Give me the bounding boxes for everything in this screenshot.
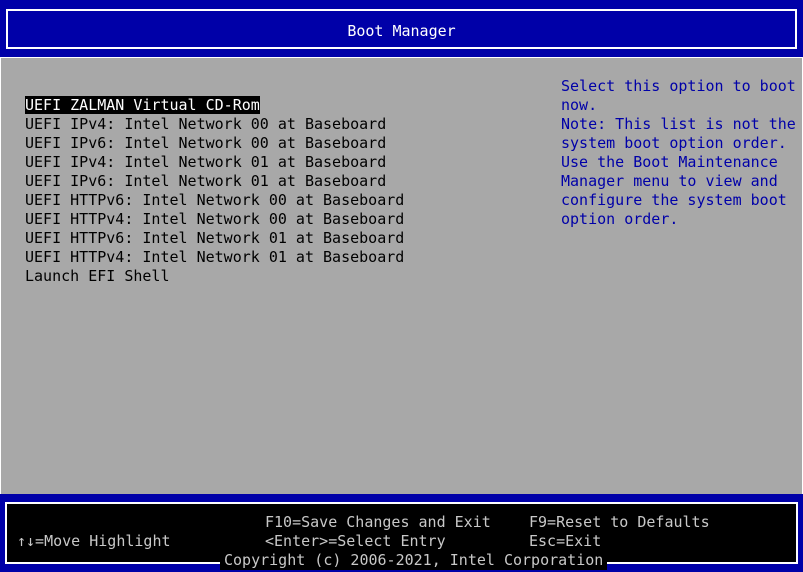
help-line: configure the system boot — [561, 191, 787, 209]
help-text: Select this option to boot now. Note: Th… — [561, 77, 796, 229]
copyright: Copyright (c) 2006-2021, Intel Corporati… — [220, 551, 608, 570]
help-line: Use the Boot Maintenance — [561, 153, 778, 171]
page-title: Boot Manager — [347, 22, 456, 40]
footer: F10=Save Changes and Exit F9=Reset to De… — [0, 494, 803, 572]
boot-option-ipv6-net01[interactable]: UEFI IPv6: Intel Network 01 at Baseboard — [25, 172, 404, 191]
esc-exit-hint: Esc=Exit — [529, 532, 602, 550]
save-exit-hint: F10=Save Changes and Exit — [265, 513, 491, 531]
help-line: now. — [561, 96, 598, 114]
boot-option-list: UEFI ZALMAN Virtual CD-Rom UEFI IPv4: In… — [25, 96, 404, 286]
header: Boot Manager — [3, 3, 800, 55]
boot-option-ipv4-net00[interactable]: UEFI IPv4: Intel Network 00 at Baseboard — [25, 115, 404, 134]
reset-defaults-hint: F9=Reset to Defaults — [529, 513, 710, 531]
select-entry-hint: <Enter>=Select Entry — [265, 532, 446, 550]
boot-option-httpv4-net00[interactable]: UEFI HTTPv4: Intel Network 00 at Baseboa… — [25, 210, 404, 229]
boot-option-efi-shell[interactable]: Launch EFI Shell — [25, 267, 404, 286]
boot-option-httpv4-net01[interactable]: UEFI HTTPv4: Intel Network 01 at Baseboa… — [25, 248, 404, 267]
help-line: option order. — [561, 210, 679, 228]
help-line: Select this option to boot — [561, 77, 796, 95]
boot-option-ipv6-net00[interactable]: UEFI IPv6: Intel Network 00 at Baseboard — [25, 134, 404, 153]
help-line: Note: This list is not the — [561, 115, 796, 133]
boot-option-httpv6-net01[interactable]: UEFI HTTPv6: Intel Network 01 at Baseboa… — [25, 229, 404, 248]
boot-option-ipv4-net01[interactable]: UEFI IPv4: Intel Network 01 at Baseboard — [25, 153, 404, 172]
boot-option-zalman-cdrom[interactable]: UEFI ZALMAN Virtual CD-Rom — [25, 96, 404, 115]
move-highlight-hint: ↑↓=Move Highlight — [17, 532, 171, 550]
main-panel: UEFI ZALMAN Virtual CD-Rom UEFI IPv4: In… — [0, 57, 803, 495]
boot-option-httpv6-net00[interactable]: UEFI HTTPv6: Intel Network 00 at Baseboa… — [25, 191, 404, 210]
help-line: system boot option order. — [561, 134, 787, 152]
help-line: Manager menu to view and — [561, 172, 778, 190]
